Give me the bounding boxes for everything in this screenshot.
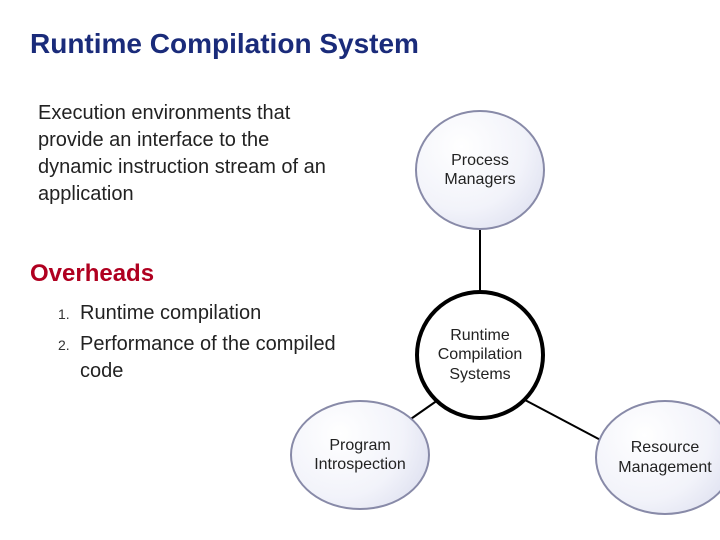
node-resource-management: Resource Management — [595, 400, 720, 515]
list-item: 2. Performance of the compiled code — [58, 331, 358, 385]
list-text: Runtime compilation — [80, 300, 358, 327]
node-program-introspection: Program Introspection — [290, 400, 430, 510]
slide-title: Runtime Compilation System — [30, 28, 419, 60]
overheads-heading: Overheads — [30, 260, 154, 288]
overheads-list: 1. Runtime compilation 2. Performance of… — [58, 300, 358, 389]
node-runtime-compilation-systems: Runtime Compilation Systems — [415, 290, 545, 420]
list-text: Performance of the compiled code — [80, 331, 358, 385]
list-item: 1. Runtime compilation — [58, 300, 358, 327]
intro-paragraph: Execution environments that provide an i… — [38, 100, 348, 208]
node-process-managers: Process Managers — [415, 110, 545, 230]
list-number: 2. — [58, 331, 80, 385]
list-number: 1. — [58, 300, 80, 327]
